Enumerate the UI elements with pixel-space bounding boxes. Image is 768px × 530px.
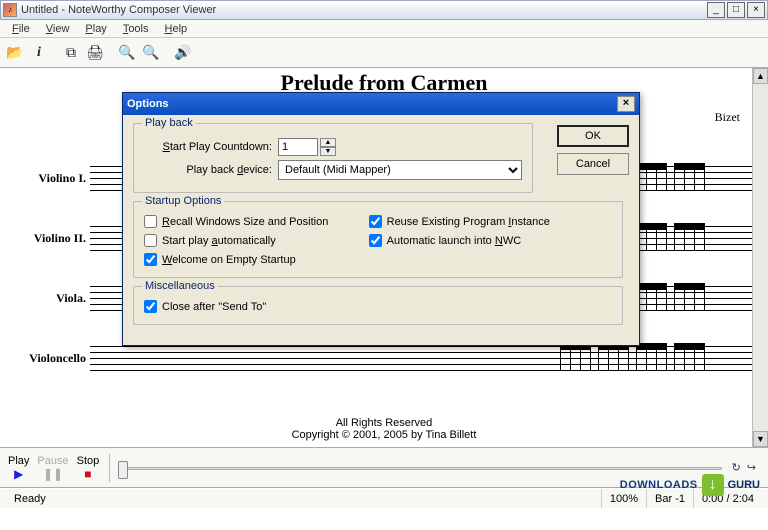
countdown-label: Start Play Countdown: [144,141,272,153]
print-icon[interactable]: 🖨 [84,42,106,64]
toolbar: 📂 i ⧉ 🖨 🔍 🔍 🔊 [0,38,768,68]
minimize-button[interactable]: _ [707,2,725,18]
status-ready: Ready [6,489,601,508]
instrument-label: Violino II. [0,231,90,246]
cancel-button[interactable]: Cancel [557,153,629,175]
transport-stop-label: Stop [77,455,100,467]
dialog-close-button[interactable]: × [617,96,635,112]
reuse-checkbox[interactable]: Reuse Existing Program Instance [369,215,594,228]
instrument-label: Violino I. [0,171,90,186]
play-icon: ▶ [8,467,29,481]
scroll-down-icon[interactable]: ▼ [753,431,768,447]
pause-icon: ❚❚ [37,467,68,481]
rights-line-2: Copyright © 2001, 2005 by Tina Billett [0,429,768,441]
startup-legend: Startup Options [142,195,224,207]
device-label: Play back device: [144,164,272,176]
vertical-scrollbar[interactable]: ▲ ▼ [752,68,768,447]
window-title: Untitled - NoteWorthy Composer Viewer [21,4,705,16]
sound-icon[interactable]: 🔊 [172,42,194,64]
info-icon[interactable]: i [28,42,50,64]
options-dialog: Options × OK Cancel Play back Start Play… [122,92,640,346]
playback-legend: Play back [142,117,196,129]
device-combo[interactable]: Default (Midi Mapper) [278,160,522,180]
dialog-title-bar[interactable]: Options × [123,93,639,115]
stop-icon: ■ [77,467,100,481]
transport-play-label: Play [8,455,29,467]
zoom-in-icon[interactable]: 🔍 [116,42,138,64]
watermark-right: GURU [728,479,760,491]
watermark: DOWNLOADS ↓ GURU [620,474,760,496]
spin-up-icon[interactable]: ▲ [320,138,336,147]
instrument-label: Viola. [0,291,90,306]
menu-bar: File View Play Tools Help [0,20,768,38]
copy-icon[interactable]: ⧉ [60,42,82,64]
maximize-button[interactable]: □ [727,2,745,18]
menu-tools[interactable]: Tools [115,21,157,37]
close-after-checkbox[interactable]: Close after "Send To" [144,300,612,313]
position-slider[interactable] [118,461,721,475]
playback-group: Play back Start Play Countdown: ▲ ▼ Play… [133,123,533,193]
scroll-up-icon[interactable]: ▲ [753,68,768,84]
recall-checkbox[interactable]: Recall Windows Size and Position [144,215,369,228]
welcome-checkbox[interactable]: Welcome on Empty Startup [144,253,369,266]
instrument-label: Violoncello [0,351,90,366]
autolaunch-checkbox[interactable]: Automatic launch into NWC [369,234,594,247]
startup-group: Startup Options Recall Windows Size and … [133,201,623,278]
watermark-left: DOWNLOADS [620,479,698,491]
zoom-out-icon[interactable]: 🔍 [140,42,162,64]
download-arrow-icon: ↓ [702,474,724,496]
slider-thumb[interactable] [118,461,128,479]
misc-legend: Miscellaneous [142,280,218,292]
countdown-spinner[interactable]: ▲ ▼ [278,138,336,156]
transport-pause-label: Pause [37,455,68,467]
countdown-input[interactable] [278,138,318,156]
rights-line-1: All Rights Reserved [0,417,768,429]
score-footer: All Rights Reserved Copyright © 2001, 20… [0,417,768,441]
pause-button[interactable]: Pause❚❚ [35,453,70,483]
menu-file[interactable]: File [4,21,38,37]
goto-end-icon[interactable]: ↪ [747,461,756,474]
open-icon[interactable]: 📂 [4,42,26,64]
close-button[interactable]: × [747,2,765,18]
play-button[interactable]: Play▶ [6,453,31,483]
repeat-icon[interactable]: ↻ [732,461,741,474]
stop-button[interactable]: Stop■ [75,453,102,483]
menu-help[interactable]: Help [157,21,196,37]
app-icon: ♪ [3,3,17,17]
ok-button[interactable]: OK [557,125,629,147]
title-bar: ♪ Untitled - NoteWorthy Composer Viewer … [0,0,768,20]
dialog-title: Options [127,98,617,110]
spin-down-icon[interactable]: ▼ [320,147,336,156]
menu-view[interactable]: View [38,21,78,37]
menu-play[interactable]: Play [77,21,114,37]
score-composer: Bizet [715,110,740,125]
autoplay-checkbox[interactable]: Start play automatically [144,234,369,247]
misc-group: Miscellaneous Close after "Send To" [133,286,623,325]
